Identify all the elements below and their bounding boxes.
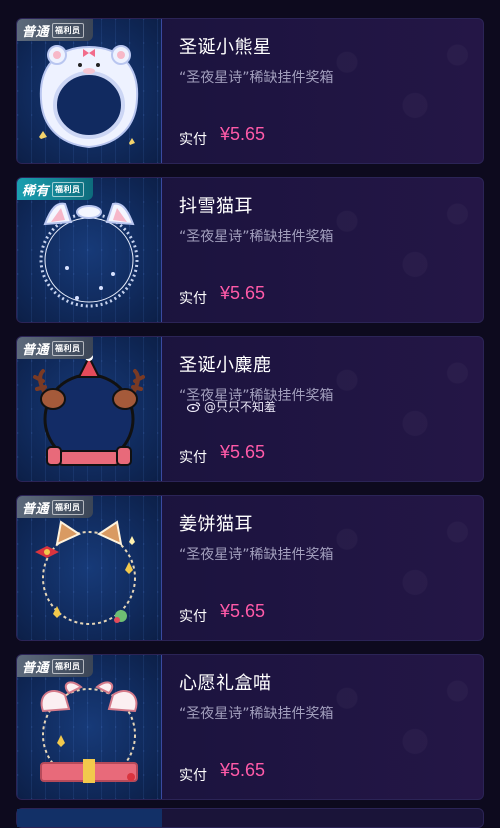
badge-normal: 普通 福利员 bbox=[17, 655, 93, 677]
price-value: ¥5.65 bbox=[220, 283, 266, 303]
price-label: 实付 bbox=[179, 609, 207, 625]
price-label: 实付 bbox=[179, 132, 207, 148]
list-item[interactable]: 普通 福利员 圣诞小熊星 “圣夜星诗”稀缺挂件奖箱 实付 ¥5.65 bbox=[16, 18, 484, 164]
item-title: 圣诞小熊星 bbox=[179, 37, 272, 58]
item-description: “圣夜星诗”稀缺挂件奖箱 bbox=[179, 547, 334, 563]
badge-normal: 普通 福利员 bbox=[17, 337, 93, 359]
item-description: “圣夜星诗”稀缺挂件奖箱 bbox=[179, 70, 334, 86]
item-description: “圣夜星诗”稀缺挂件奖箱 bbox=[179, 706, 334, 722]
price-label: 实付 bbox=[179, 450, 207, 466]
price-value: ¥5.65 bbox=[220, 442, 266, 462]
item-title: 圣诞小麋鹿 bbox=[179, 355, 272, 376]
item-description: “圣夜星诗”稀缺挂件奖箱 bbox=[179, 229, 334, 245]
badge-rare: 稀有 福利员 bbox=[17, 178, 93, 200]
badge-normal: 普通 福利员 bbox=[17, 496, 93, 518]
badge-normal: 普通 福利员 bbox=[17, 19, 93, 41]
item-title: 姜饼猫耳 bbox=[179, 514, 253, 535]
price-label: 实付 bbox=[179, 291, 207, 307]
price-value: ¥5.65 bbox=[220, 760, 266, 780]
price-value: ¥5.65 bbox=[220, 124, 266, 144]
list-item[interactable]: 稀有 福利员 抖雪猫耳 “圣夜星诗”稀缺挂件奖箱 实付 ¥5.65 bbox=[16, 177, 484, 323]
list-item-partial[interactable] bbox=[16, 808, 484, 828]
watermark-text: @只只不知羞 bbox=[204, 400, 277, 414]
price-label: 实付 bbox=[179, 768, 207, 784]
watermark: @只只不知羞 bbox=[187, 398, 276, 415]
price-value: ¥5.65 bbox=[220, 601, 266, 621]
list-item[interactable]: 普通 福利员 姜饼猫耳 “圣夜星诗”稀缺挂件奖箱 实付 ¥5.65 bbox=[16, 495, 484, 641]
weibo-icon bbox=[187, 402, 201, 412]
list-item[interactable]: 普通 福利员 心愿礼盒喵 “圣夜星诗”稀缺挂件奖箱 实付 ¥5.65 bbox=[16, 654, 484, 800]
item-title: 心愿礼盒喵 bbox=[179, 673, 272, 694]
item-title: 抖雪猫耳 bbox=[179, 196, 253, 217]
